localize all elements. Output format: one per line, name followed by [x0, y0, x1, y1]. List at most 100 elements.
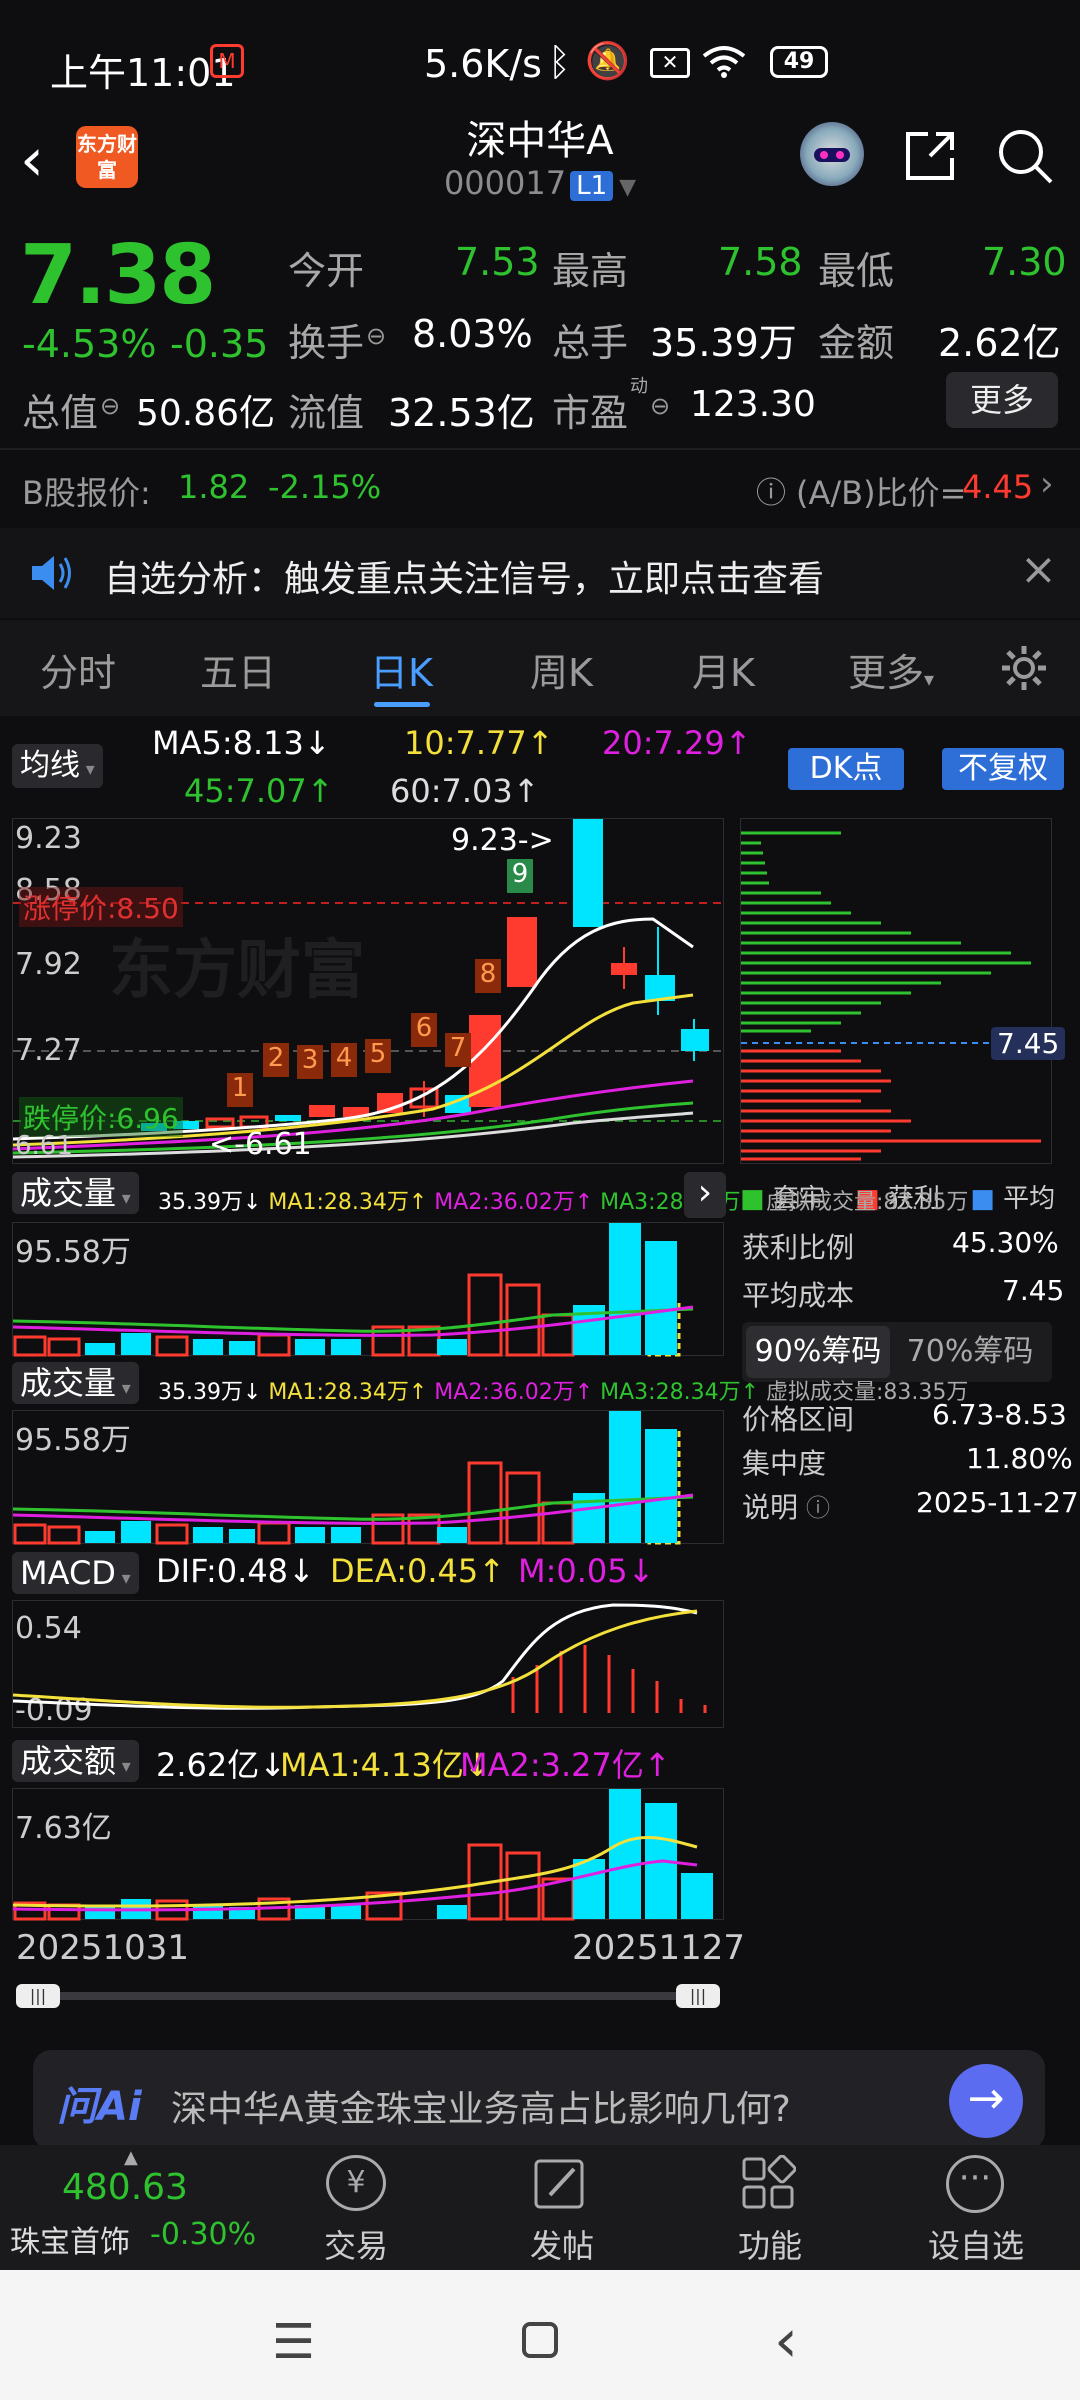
ma-selector[interactable]: 均线 ▾ [12, 744, 103, 788]
amount-panel[interactable]: 7.63亿 [12, 1788, 724, 1921]
search-icon[interactable] [995, 126, 1055, 186]
info-circle-icon[interactable]: ⊖ [650, 392, 670, 420]
count-tag: 7 [445, 1033, 471, 1067]
volume-ma2: MA2:36.02万↑ [434, 1380, 594, 1405]
back-icon[interactable]: ‹ [774, 2306, 798, 2376]
count-tag: 4 [331, 1043, 357, 1077]
indicator-selector[interactable]: 成交额 ▾ [12, 1740, 139, 1782]
indicator-selector[interactable]: 成交量 ▾ [12, 1362, 139, 1404]
legend-average: 平均 [1003, 1184, 1056, 1214]
index-value[interactable]: 480.63 [62, 2167, 188, 2208]
speaker-icon [32, 556, 71, 590]
index-name[interactable]: 珠宝首饰 [10, 2217, 130, 2261]
grid-icon[interactable] [740, 2155, 796, 2211]
range-handle-right[interactable]: ||| [676, 1984, 720, 2008]
bluetooth-icon: ᛒ [548, 40, 571, 84]
volume-value: 35.39万↓ [158, 1380, 262, 1405]
volume-ma3: MA3:28.34万↑ [600, 1190, 759, 1215]
date-end: 20251127 [572, 1928, 746, 1968]
compose-icon[interactable] [530, 2155, 590, 2215]
avg-cost-tag: 7.45 [991, 1027, 1066, 1060]
assistant-robot-icon[interactable] [800, 122, 864, 186]
high-value: 7.58 [718, 240, 803, 284]
tab-more-label: 更多 [848, 651, 925, 695]
tab-intraday[interactable]: 分时 [40, 642, 116, 697]
info-icon[interactable]: ⓘ [806, 1488, 830, 1523]
tab-5day[interactable]: 五日 [200, 642, 276, 697]
close-icon[interactable]: × [1020, 544, 1057, 595]
amount-indicator-value: 2.62亿↓ [156, 1746, 287, 1784]
function-label[interactable]: 功能 [738, 2221, 802, 2267]
index-pct: -0.30% [150, 2217, 257, 2252]
home-icon[interactable] [522, 2322, 558, 2358]
pe-dynamic-sup: 动 [630, 376, 648, 397]
gear-icon[interactable] [998, 642, 1050, 694]
volume-ma1: MA1:28.34万↑ [268, 1380, 428, 1405]
indicator-selector[interactable]: 成交量 ▾ [12, 1172, 139, 1214]
no-adjust-button[interactable]: 不复权 [942, 748, 1064, 790]
tab-more[interactable]: 更多▾ [848, 642, 934, 697]
share-icon[interactable] [900, 126, 960, 186]
range-handle-left[interactable]: ||| [16, 1984, 60, 2008]
info-circle-icon[interactable]: ⊖ [100, 392, 120, 420]
caret-down-icon: ▾ [115, 1568, 131, 1589]
stat-label: 说明 [742, 1491, 799, 1524]
period-tabs: 分时 五日 日K 周K 月K 更多▾ [0, 620, 1080, 716]
tab-90-chips[interactable]: 90%筹码 [746, 1326, 890, 1378]
watchlist-label[interactable]: 设自选 [928, 2221, 1024, 2267]
menu-icon[interactable]: ☰ [272, 2314, 315, 2370]
notice-text: 自选分析：触发重点关注信号，立即点击查看 [104, 559, 825, 600]
macd-panel[interactable]: 0.54 -0.09 [12, 1600, 724, 1728]
virtual-volume: 虚拟成交量:83.35万 [766, 1380, 969, 1405]
indicator-selector[interactable]: MACD ▾ [12, 1552, 139, 1594]
amount-value: 2.62亿 [938, 321, 1061, 365]
chevron-down-icon: ▼ [619, 175, 637, 200]
trade-label[interactable]: 交易 [324, 2221, 388, 2267]
tab-70-chips[interactable]: 70%筹码 [898, 1326, 1042, 1378]
low-value: 7.30 [982, 240, 1067, 284]
ai-question-text: 深中华A黄金珠宝业务高占比影响几何? [171, 2089, 791, 2130]
network-speed: 5.6K/s [424, 42, 542, 86]
pe-label: 市盈 [552, 391, 629, 435]
last-price: 7.38 [20, 228, 216, 323]
dk-point-button[interactable]: DK点 [788, 748, 904, 790]
more-dots-icon[interactable]: ··· [946, 2155, 1004, 2213]
yen-icon[interactable]: ¥ [326, 2155, 386, 2211]
high-tag: 9.23-> [451, 823, 554, 858]
ma60-value: 60:7.03↑ [390, 772, 540, 810]
volume-panel[interactable]: 95.58万 [12, 1222, 724, 1357]
macd-dea: DEA:0.45↑ [330, 1552, 506, 1590]
open-label: 今开 [288, 249, 365, 293]
kline-panel[interactable]: 东方财富 9.23 8.58 7.92 7.27 涨停价:8.50 跌停价:6.… [12, 818, 725, 1164]
y-label-top: 9.23 [15, 821, 82, 856]
expand-arrow-icon[interactable]: › [684, 1172, 726, 1218]
sim-off-icon: ✕ [650, 48, 690, 78]
tab-monthly-k[interactable]: 月K [692, 642, 755, 697]
signal-notice[interactable]: 自选分析：触发重点关注信号，立即点击查看 × [0, 528, 1080, 618]
info-circle-icon[interactable]: ⊖ [366, 322, 386, 350]
caret-down-icon: ▾ [116, 1188, 131, 1209]
more-button[interactable]: 更多 [946, 372, 1058, 428]
status-time: 上午11:01 [50, 51, 236, 95]
battery-icon: 49 [770, 46, 828, 78]
level-badge: L1 [570, 171, 614, 201]
ai-question-bar[interactable]: 问Ai 深中华A黄金珠宝业务高占比影响几何? → [33, 2050, 1045, 2150]
chip-distribution-chart[interactable]: 7.45 [740, 818, 1066, 1164]
caret-up-icon: ▲ [124, 2147, 138, 2168]
range-scrollbar[interactable] [20, 1992, 716, 2000]
volume-value: 35.39万↓ [158, 1190, 262, 1215]
help-icon[interactable]: ⓘ [756, 468, 786, 512]
indicator-selector-label: 成交量 [20, 1364, 117, 1402]
volume-bars [13, 1223, 694, 1357]
stock-code-text: 000017 [443, 164, 567, 202]
chevron-right-icon[interactable]: › [1040, 464, 1054, 504]
post-label[interactable]: 发帖 [530, 2221, 594, 2267]
tab-weekly-k[interactable]: 周K [530, 642, 593, 697]
volume-panel-2[interactable]: 95.58万 [12, 1410, 724, 1545]
tab-daily-k[interactable]: 日K [370, 642, 433, 697]
stat-label: 集中度 [742, 1447, 827, 1480]
ab-ratio-label[interactable]: (A/B)比价= [796, 468, 966, 514]
arrow-right-icon[interactable]: → [949, 2064, 1023, 2138]
caret-down-icon: ▾ [924, 667, 935, 691]
amount-label: 金额 [818, 321, 895, 365]
